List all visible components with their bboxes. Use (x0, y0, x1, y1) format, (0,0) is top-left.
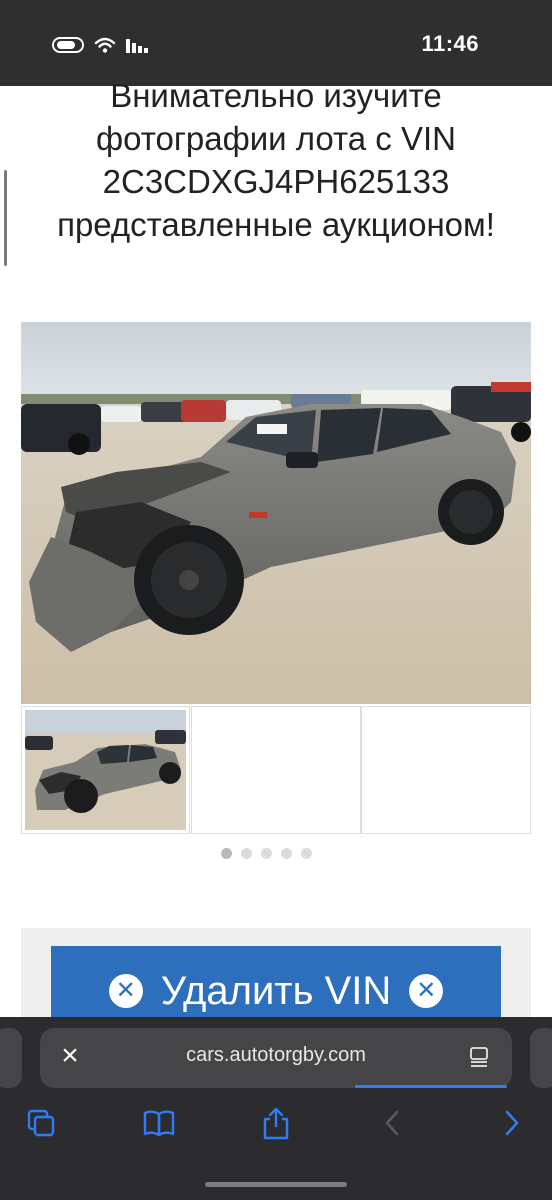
page-dot-5[interactable] (301, 848, 312, 859)
gallery-pagination (221, 848, 312, 859)
thumbnail-1[interactable] (21, 706, 190, 834)
forward-icon[interactable] (495, 1106, 529, 1140)
thumbnail-3[interactable] (361, 706, 531, 834)
previous-tab-peek[interactable] (0, 1028, 22, 1088)
page-dot-4[interactable] (281, 848, 292, 859)
page-dot-2[interactable] (241, 848, 252, 859)
wifi-icon (94, 37, 116, 53)
status-icons (52, 34, 154, 56)
tabs-icon[interactable] (24, 1106, 58, 1140)
next-tab-peek[interactable] (530, 1028, 552, 1088)
page-load-progress (355, 1085, 507, 1088)
x-circle-icon: ✕ (409, 974, 444, 1008)
back-icon[interactable] (375, 1106, 409, 1140)
signal-icon (126, 37, 154, 53)
x-circle-icon: ✕ (108, 974, 143, 1008)
page-title: Внимательно изучите фотографии лота с VI… (10, 74, 542, 246)
page-dot-1[interactable] (221, 848, 232, 859)
delete-vin-label: Удалить VIN (160, 968, 392, 1013)
share-icon[interactable] (259, 1106, 293, 1140)
title-line-4: представленные аукционом! (57, 206, 495, 243)
main-photo[interactable] (21, 322, 531, 704)
home-indicator[interactable] (205, 1182, 347, 1187)
toggle-icon (52, 37, 84, 53)
thumbnail-2[interactable] (191, 706, 361, 834)
thumbnail-strip (21, 706, 531, 834)
scroll-indicator (4, 170, 7, 266)
reader-icon[interactable] (468, 1046, 490, 1073)
page-dot-3[interactable] (261, 848, 272, 859)
bookmarks-icon[interactable] (142, 1106, 176, 1140)
status-time: 11:46 (421, 31, 479, 56)
car-thumbnail-image (25, 710, 186, 830)
car-photo-image (21, 322, 531, 704)
close-icon[interactable]: × (58, 1041, 82, 1071)
title-line-1: Внимательно изучите (110, 77, 442, 114)
url-text[interactable]: cars.autotorgby.com (130, 1044, 422, 1067)
title-line-3: 2C3CDXGJ4PH625133 (102, 163, 450, 200)
title-line-2: фотографии лота с VIN (95, 120, 456, 157)
